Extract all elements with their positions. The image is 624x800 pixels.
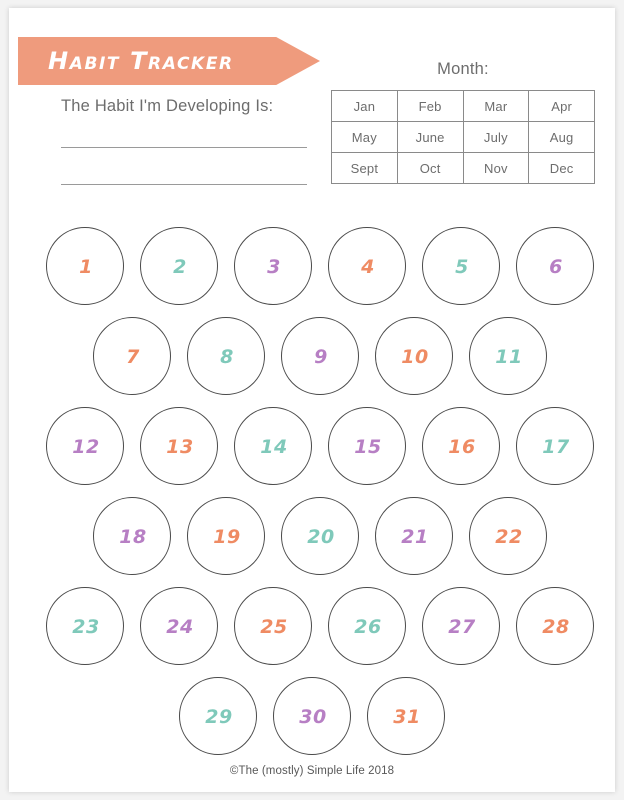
day-number-11: 11 <box>495 346 523 368</box>
day-number-12: 12 <box>72 436 100 458</box>
day-number-3: 3 <box>267 256 281 278</box>
day-circle-29[interactable]: 29 <box>179 677 257 755</box>
day-number-26: 26 <box>354 616 382 638</box>
day-circle-4[interactable]: 4 <box>328 227 406 305</box>
day-number-31: 31 <box>393 706 421 728</box>
day-number-9: 9 <box>314 346 328 368</box>
page-background: Habit Tracker The Habit I'm Developing I… <box>0 0 624 800</box>
day-number-10: 10 <box>401 346 429 368</box>
day-circle-28[interactable]: 28 <box>516 587 594 665</box>
day-circle-11[interactable]: 11 <box>469 317 547 395</box>
day-circle-grid: 1 2 3 4 5 6 7 8 9 10 11 12 13 14 15 16 17 18 19 20 21 22 23 24 2… <box>9 8 615 792</box>
day-circle-3[interactable]: 3 <box>234 227 312 305</box>
day-circle-24[interactable]: 24 <box>140 587 218 665</box>
day-number-24: 24 <box>166 616 194 638</box>
day-number-30: 30 <box>299 706 327 728</box>
day-circle-1[interactable]: 1 <box>46 227 124 305</box>
day-number-22: 22 <box>495 526 523 548</box>
day-number-16: 16 <box>448 436 476 458</box>
day-number-17: 17 <box>542 436 570 458</box>
day-circle-6[interactable]: 6 <box>516 227 594 305</box>
day-number-2: 2 <box>173 256 187 278</box>
day-number-21: 21 <box>401 526 429 548</box>
day-circle-21[interactable]: 21 <box>375 497 453 575</box>
day-number-25: 25 <box>260 616 288 638</box>
day-circle-14[interactable]: 14 <box>234 407 312 485</box>
day-number-13: 13 <box>166 436 194 458</box>
day-number-28: 28 <box>542 616 570 638</box>
day-number-29: 29 <box>205 706 233 728</box>
day-number-19: 19 <box>213 526 241 548</box>
day-number-23: 23 <box>72 616 100 638</box>
day-number-20: 20 <box>307 526 335 548</box>
day-number-6: 6 <box>549 256 563 278</box>
day-number-14: 14 <box>260 436 288 458</box>
day-circle-30[interactable]: 30 <box>273 677 351 755</box>
day-circle-5[interactable]: 5 <box>422 227 500 305</box>
day-circle-17[interactable]: 17 <box>516 407 594 485</box>
day-circle-2[interactable]: 2 <box>140 227 218 305</box>
day-number-15: 15 <box>354 436 382 458</box>
day-circle-20[interactable]: 20 <box>281 497 359 575</box>
day-number-5: 5 <box>455 256 469 278</box>
day-number-27: 27 <box>448 616 476 638</box>
day-circle-10[interactable]: 10 <box>375 317 453 395</box>
day-circle-9[interactable]: 9 <box>281 317 359 395</box>
day-number-1: 1 <box>79 256 93 278</box>
day-circle-8[interactable]: 8 <box>187 317 265 395</box>
day-circle-16[interactable]: 16 <box>422 407 500 485</box>
day-circle-23[interactable]: 23 <box>46 587 124 665</box>
day-circle-27[interactable]: 27 <box>422 587 500 665</box>
day-number-18: 18 <box>119 526 147 548</box>
day-circle-22[interactable]: 22 <box>469 497 547 575</box>
day-circle-18[interactable]: 18 <box>93 497 171 575</box>
copyright-footer: ©The (mostly) Simple Life 2018 <box>229 765 395 777</box>
day-circle-13[interactable]: 13 <box>140 407 218 485</box>
day-number-7: 7 <box>126 346 140 368</box>
day-circle-25[interactable]: 25 <box>234 587 312 665</box>
printable-sheet: Habit Tracker The Habit I'm Developing I… <box>9 8 615 792</box>
day-circle-26[interactable]: 26 <box>328 587 406 665</box>
day-circle-19[interactable]: 19 <box>187 497 265 575</box>
day-number-8: 8 <box>220 346 234 368</box>
day-circle-12[interactable]: 12 <box>46 407 124 485</box>
day-circle-31[interactable]: 31 <box>367 677 445 755</box>
day-number-4: 4 <box>361 256 375 278</box>
day-circle-7[interactable]: 7 <box>93 317 171 395</box>
day-circle-15[interactable]: 15 <box>328 407 406 485</box>
